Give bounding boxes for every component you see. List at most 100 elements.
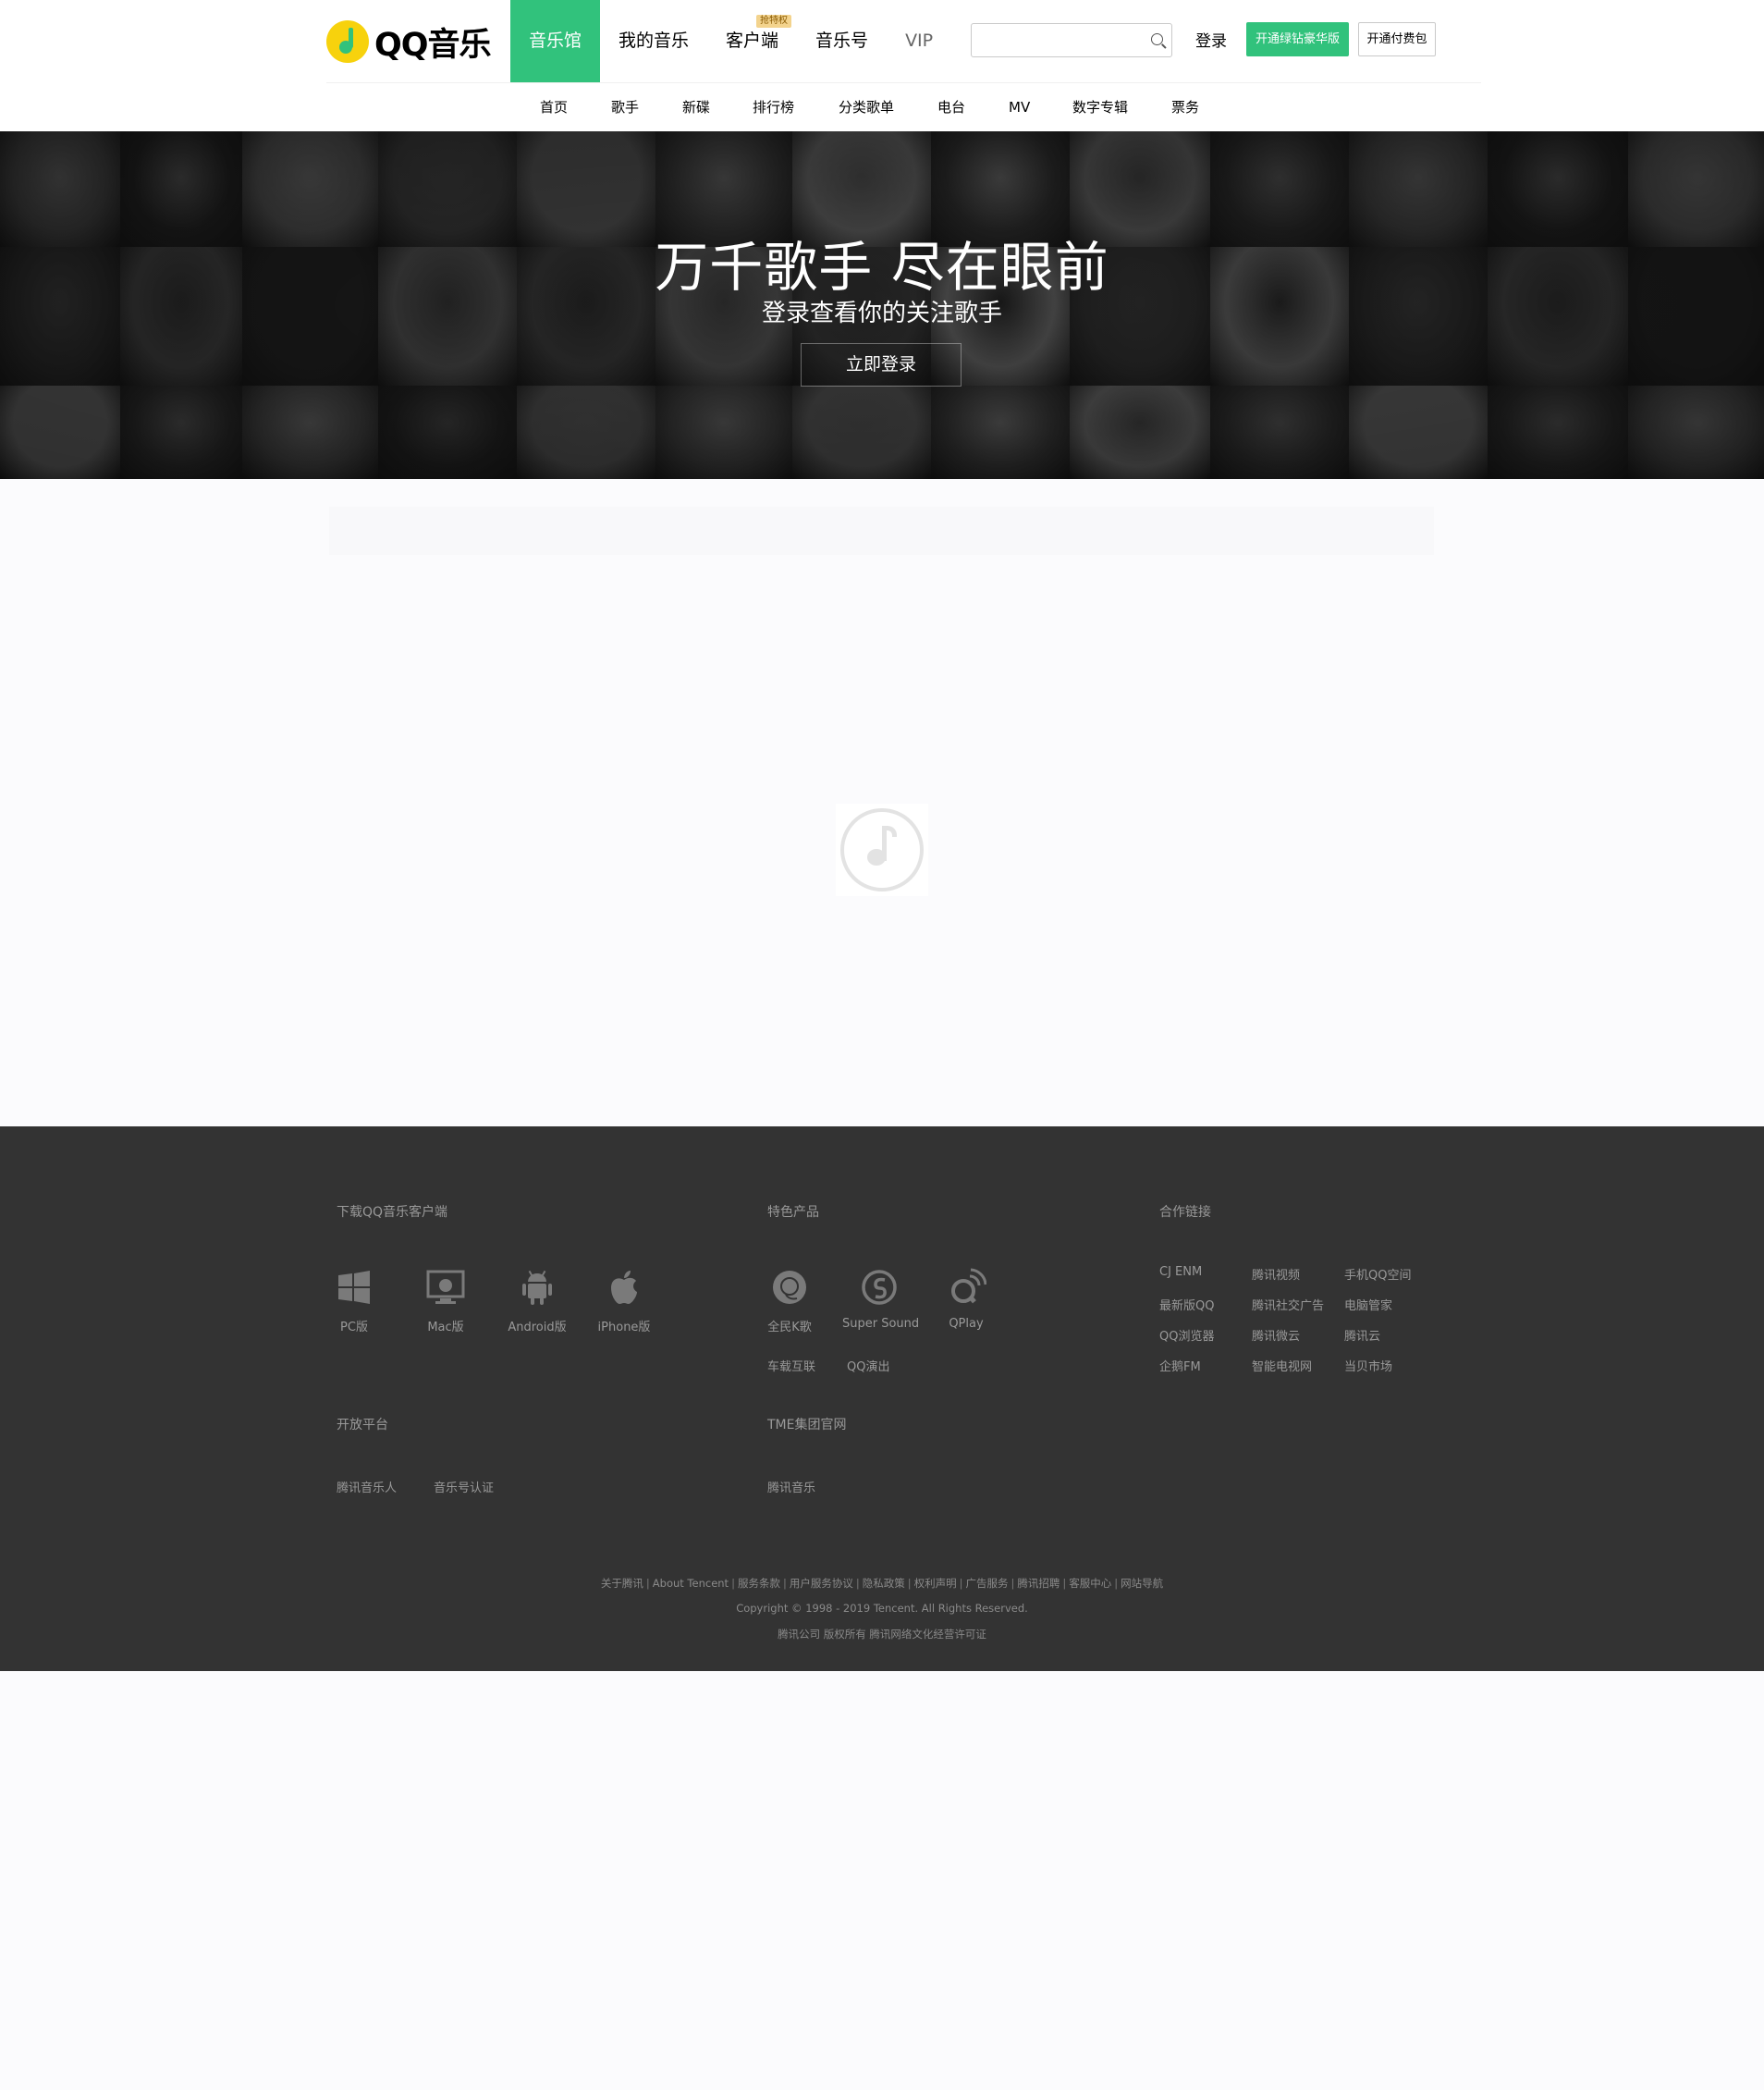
- download-pc[interactable]: PC版: [317, 1267, 391, 1334]
- footer-bottom-link[interactable]: 网站导航: [1121, 1577, 1163, 1590]
- windows-icon: [334, 1267, 374, 1308]
- product-super-sound[interactable]: Super Sound: [842, 1267, 920, 1331]
- product-qplay[interactable]: QPlay: [929, 1267, 1003, 1331]
- open-paid-package-button[interactable]: 开通付费包: [1358, 22, 1436, 56]
- license-text: 腾讯公司 版权所有 腾讯网络文化经营许可证: [778, 1628, 986, 1641]
- nav-label: 音乐号: [815, 31, 869, 51]
- login-now-button[interactable]: 立即登录: [801, 343, 962, 387]
- android-icon: [517, 1267, 557, 1308]
- subnav-item-tickets[interactable]: 票务: [1171, 83, 1199, 131]
- logo-icon: [326, 20, 369, 63]
- nav-label: 客户端: [726, 31, 779, 51]
- hero-title: 万千歌手 尽在眼前: [655, 236, 1109, 299]
- content-placeholder-strip: [329, 507, 1434, 555]
- partner-link[interactable]: 最新版QQ: [1159, 1296, 1214, 1313]
- partner-link[interactable]: 当贝市场: [1344, 1357, 1392, 1374]
- partner-link[interactable]: 腾讯云: [1344, 1326, 1380, 1344]
- download-mac[interactable]: Mac版: [409, 1267, 483, 1334]
- tme-link-tencent-music[interactable]: 腾讯音乐: [767, 1478, 815, 1495]
- footer-bottom-link[interactable]: 广告服务: [965, 1577, 1008, 1590]
- download-heading: 下载QQ音乐客户端: [337, 1205, 448, 1220]
- partner-link[interactable]: 电脑管家: [1344, 1296, 1392, 1313]
- download-iphone[interactable]: iPhone版: [587, 1267, 661, 1334]
- partner-link[interactable]: 手机QQ空间: [1344, 1265, 1411, 1283]
- singer-hero-banner: 万千歌手 尽在眼前 登录查看你的关注歌手 立即登录: [0, 131, 1764, 479]
- logo-text: QQ音乐: [374, 26, 492, 64]
- product-link-car[interactable]: 车载互联: [767, 1357, 815, 1374]
- nav-item-my-music[interactable]: 我的音乐: [600, 0, 707, 82]
- nav-item-vip[interactable]: VIP: [887, 0, 951, 82]
- link-separator: |: [1062, 1577, 1067, 1590]
- nav-item-music-hall[interactable]: 音乐馆: [510, 0, 601, 82]
- footer-bottom-link[interactable]: 服务条款: [738, 1577, 780, 1590]
- product-label: 全民K歌: [767, 1321, 812, 1334]
- loading-icon: [836, 804, 928, 896]
- open-platform-link-musician[interactable]: 腾讯音乐人: [337, 1478, 397, 1495]
- products-heading: 特色产品: [767, 1205, 819, 1220]
- partner-link[interactable]: 腾讯社交广告: [1252, 1296, 1324, 1313]
- link-separator: |: [1011, 1577, 1015, 1590]
- product-karaoke[interactable]: 全民K歌: [753, 1267, 827, 1334]
- footer-bottom-links: 关于腾讯 | About Tencent | 服务条款 | 用户服务协议 | 隐私政策 | 权利声明…: [0, 1576, 1764, 1591]
- link-separator: |: [959, 1577, 963, 1590]
- subnav-item-radio[interactable]: 电台: [937, 83, 965, 131]
- footer-bottom-link[interactable]: 用户服务协议: [790, 1577, 853, 1590]
- qq-music-logo[interactable]: QQ音乐: [326, 18, 492, 65]
- nav-item-client[interactable]: 客户端 抢特权: [707, 0, 797, 82]
- link-separator: |: [782, 1577, 787, 1590]
- nav-label: VIP: [905, 31, 934, 51]
- download-label: iPhone版: [597, 1321, 651, 1334]
- tme-heading[interactable]: TME集团官网: [767, 1415, 846, 1433]
- hero-subtitle: 登录查看你的关注歌手: [761, 300, 1002, 327]
- open-green-diamond-button[interactable]: 开通绿钻豪华版: [1246, 22, 1349, 56]
- partner-link[interactable]: 智能电视网: [1252, 1357, 1312, 1374]
- download-label: Mac版: [427, 1321, 464, 1334]
- link-separator: |: [645, 1577, 650, 1590]
- open-platform-heading: 开放平台: [337, 1418, 388, 1432]
- subnav-item-new-albums[interactable]: 新碟: [682, 83, 710, 131]
- partners-heading: 合作链接: [1159, 1205, 1211, 1220]
- product-label: QPlay: [949, 1317, 984, 1331]
- footer-bottom-link[interactable]: 腾讯招聘: [1017, 1577, 1060, 1590]
- karaoke-icon: [769, 1267, 810, 1308]
- partner-link[interactable]: QQ浏览器: [1159, 1326, 1214, 1344]
- download-label: Android版: [508, 1321, 567, 1334]
- mac-icon: [425, 1267, 466, 1308]
- nav-item-music-account[interactable]: 音乐号: [797, 0, 887, 82]
- search-input[interactable]: [979, 24, 1140, 56]
- login-link[interactable]: 登录: [1195, 28, 1227, 51]
- open-platform-link-certification[interactable]: 音乐号认证: [434, 1478, 494, 1495]
- link-separator: |: [731, 1577, 735, 1590]
- qplay-icon: [946, 1267, 987, 1308]
- footer-bottom-link[interactable]: 隐私政策: [863, 1577, 905, 1590]
- footer-bottom-link[interactable]: 权利声明: [914, 1577, 957, 1590]
- footer-bottom-link[interactable]: About Tencent: [653, 1577, 729, 1590]
- subnav-item-charts[interactable]: 排行榜: [753, 83, 794, 131]
- footer-bottom-link[interactable]: 客服中心: [1069, 1577, 1111, 1590]
- partner-link[interactable]: 企鹅FM: [1159, 1357, 1201, 1374]
- partner-link[interactable]: 腾讯微云: [1252, 1326, 1300, 1344]
- privilege-badge: 抢特权: [756, 15, 792, 28]
- subnav-item-mv[interactable]: MV: [1009, 83, 1030, 131]
- download-android[interactable]: Android版: [500, 1267, 574, 1334]
- sub-nav: 首页 歌手 新碟 排行榜 分类歌单 电台 MV 数字专辑 票务: [0, 83, 1764, 131]
- subnav-item-singers[interactable]: 歌手: [611, 83, 639, 131]
- apple-icon: [604, 1267, 644, 1308]
- nav-label: 音乐馆: [529, 31, 582, 51]
- link-separator: |: [907, 1577, 912, 1590]
- search-icon[interactable]: [1151, 33, 1163, 45]
- partner-link[interactable]: CJ ENM: [1159, 1265, 1202, 1279]
- footer-bottom-link[interactable]: 关于腾讯: [601, 1577, 643, 1590]
- product-link-qq-show[interactable]: QQ演出: [847, 1357, 889, 1374]
- subnav-item-home[interactable]: 首页: [540, 83, 568, 131]
- subnav-item-digital-albums[interactable]: 数字专辑: [1072, 83, 1128, 131]
- partner-link[interactable]: 腾讯视频: [1252, 1265, 1300, 1283]
- site-footer: 下载QQ音乐客户端 PC版 Mac版 Android版 iPhone版 特色产品…: [0, 1126, 1764, 1671]
- search-box: [971, 23, 1172, 57]
- copyright-text: Copyright © 1998 - 2019 Tencent. All Rig…: [736, 1602, 1028, 1615]
- site-header: QQ音乐 音乐馆 我的音乐 客户端 抢特权 音乐号 VIP 登录 开通绿钻豪华版…: [0, 0, 1764, 131]
- product-label: Super Sound: [842, 1317, 920, 1331]
- super-sound-icon: [859, 1267, 900, 1308]
- download-label: PC版: [340, 1321, 368, 1334]
- subnav-item-playlists[interactable]: 分类歌单: [839, 83, 894, 131]
